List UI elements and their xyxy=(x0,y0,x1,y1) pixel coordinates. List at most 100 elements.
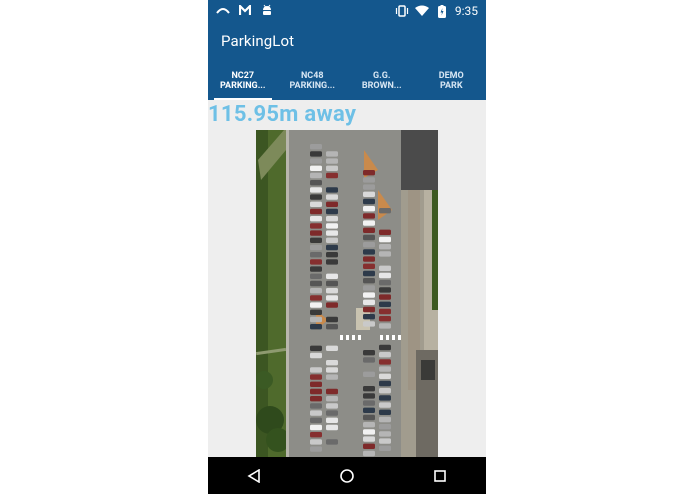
parked-car xyxy=(326,216,338,222)
tab-nc48-parking[interactable]: NC48 PARKING... xyxy=(278,62,348,100)
tab-label-line1: G.G. xyxy=(373,71,391,81)
vibrate-icon xyxy=(395,4,409,18)
parked-car xyxy=(310,417,322,423)
parked-car xyxy=(326,295,338,301)
parked-car xyxy=(363,285,375,291)
recents-icon xyxy=(433,469,446,482)
parked-car xyxy=(310,388,322,395)
battery-icon xyxy=(435,4,449,18)
parked-car xyxy=(310,237,322,243)
parked-car xyxy=(379,308,391,315)
parked-car xyxy=(363,220,375,226)
parked-car xyxy=(326,403,338,409)
parked-car xyxy=(363,242,375,248)
parked-car xyxy=(310,223,322,229)
parked-car xyxy=(326,316,338,323)
app-title: ParkingLot xyxy=(221,32,295,50)
parked-car xyxy=(379,402,391,408)
parking-lot-satellite-image[interactable] xyxy=(256,130,438,457)
parked-car xyxy=(379,416,391,423)
parked-car xyxy=(363,314,375,320)
parked-car xyxy=(363,278,375,284)
parked-car xyxy=(326,302,338,308)
parked-car xyxy=(379,388,391,394)
parked-car xyxy=(310,403,322,409)
recents-button[interactable] xyxy=(420,457,460,494)
tab-label-line2: PARKING... xyxy=(289,81,336,91)
parked-car xyxy=(326,396,338,402)
parked-car xyxy=(326,360,338,366)
parked-car xyxy=(379,287,391,293)
parked-car xyxy=(310,367,322,373)
parked-car xyxy=(326,165,338,171)
parked-car xyxy=(363,306,375,313)
parked-car xyxy=(363,263,375,269)
status-bar: 9:35 xyxy=(208,0,486,22)
tab-gg-brown[interactable]: G.G. BROWN... xyxy=(347,62,417,100)
tab-demo-park[interactable]: DEMO PARK xyxy=(417,62,487,100)
tab-label-line1: DEMO xyxy=(438,71,464,81)
status-right-icons: 9:35 xyxy=(395,3,478,19)
tab-nc27-parking[interactable]: NC27 PARKING... xyxy=(208,62,278,100)
parked-car xyxy=(310,158,322,164)
back-button[interactable] xyxy=(234,457,274,494)
parked-car xyxy=(379,265,391,271)
parked-car xyxy=(363,249,375,255)
tab-bar: NC27 PARKING... NC48 PARKING... G.G. BROWN.… xyxy=(208,62,486,100)
tab-label-line2: PARKING... xyxy=(219,81,266,91)
parked-car xyxy=(379,409,391,415)
parked-car xyxy=(310,396,322,402)
parked-car xyxy=(310,352,322,359)
parked-car xyxy=(326,345,338,351)
parked-car xyxy=(310,424,322,431)
parked-car xyxy=(363,422,375,428)
parked-car xyxy=(379,431,391,437)
parked-car xyxy=(310,302,322,308)
parked-car xyxy=(310,374,322,380)
navigation-bar xyxy=(208,457,486,494)
parked-car xyxy=(326,273,338,279)
parked-car xyxy=(379,208,391,214)
parked-car xyxy=(379,236,391,243)
parked-car xyxy=(310,172,322,179)
home-button[interactable] xyxy=(327,457,367,494)
status-time: 9:35 xyxy=(454,4,478,18)
parked-car xyxy=(363,407,375,413)
parked-car xyxy=(363,414,375,421)
parked-car xyxy=(310,439,322,445)
parked-car xyxy=(363,177,375,183)
parked-car xyxy=(310,230,322,236)
parked-car xyxy=(326,417,338,423)
parked-car xyxy=(310,266,322,272)
tab-label-line1: NC27 xyxy=(231,71,255,81)
parked-car xyxy=(363,400,375,406)
parked-car xyxy=(363,206,375,212)
parked-car xyxy=(326,439,338,445)
parked-car xyxy=(363,191,375,197)
parked-car xyxy=(326,237,338,243)
parked-car xyxy=(310,288,322,294)
parked-car xyxy=(326,388,338,395)
parked-car xyxy=(363,270,375,277)
parked-car xyxy=(326,288,338,294)
parked-car xyxy=(310,273,322,279)
parked-car xyxy=(310,345,322,351)
parked-car xyxy=(310,165,322,171)
parked-car xyxy=(379,359,391,365)
tab-label-line2: PARK xyxy=(439,81,463,91)
cast-icon xyxy=(216,3,230,17)
parked-car xyxy=(379,438,391,444)
parked-car xyxy=(363,429,375,435)
parked-car xyxy=(326,259,338,265)
parked-car xyxy=(379,395,391,401)
parked-car xyxy=(363,436,375,442)
parked-car xyxy=(363,213,375,219)
parked-car xyxy=(326,172,338,179)
parked-car xyxy=(326,280,338,287)
parked-car xyxy=(310,151,322,157)
parked-car xyxy=(379,244,391,250)
parked-car xyxy=(310,216,322,222)
parked-car xyxy=(326,424,338,431)
parked-car xyxy=(363,357,375,363)
parked-car xyxy=(363,198,375,205)
